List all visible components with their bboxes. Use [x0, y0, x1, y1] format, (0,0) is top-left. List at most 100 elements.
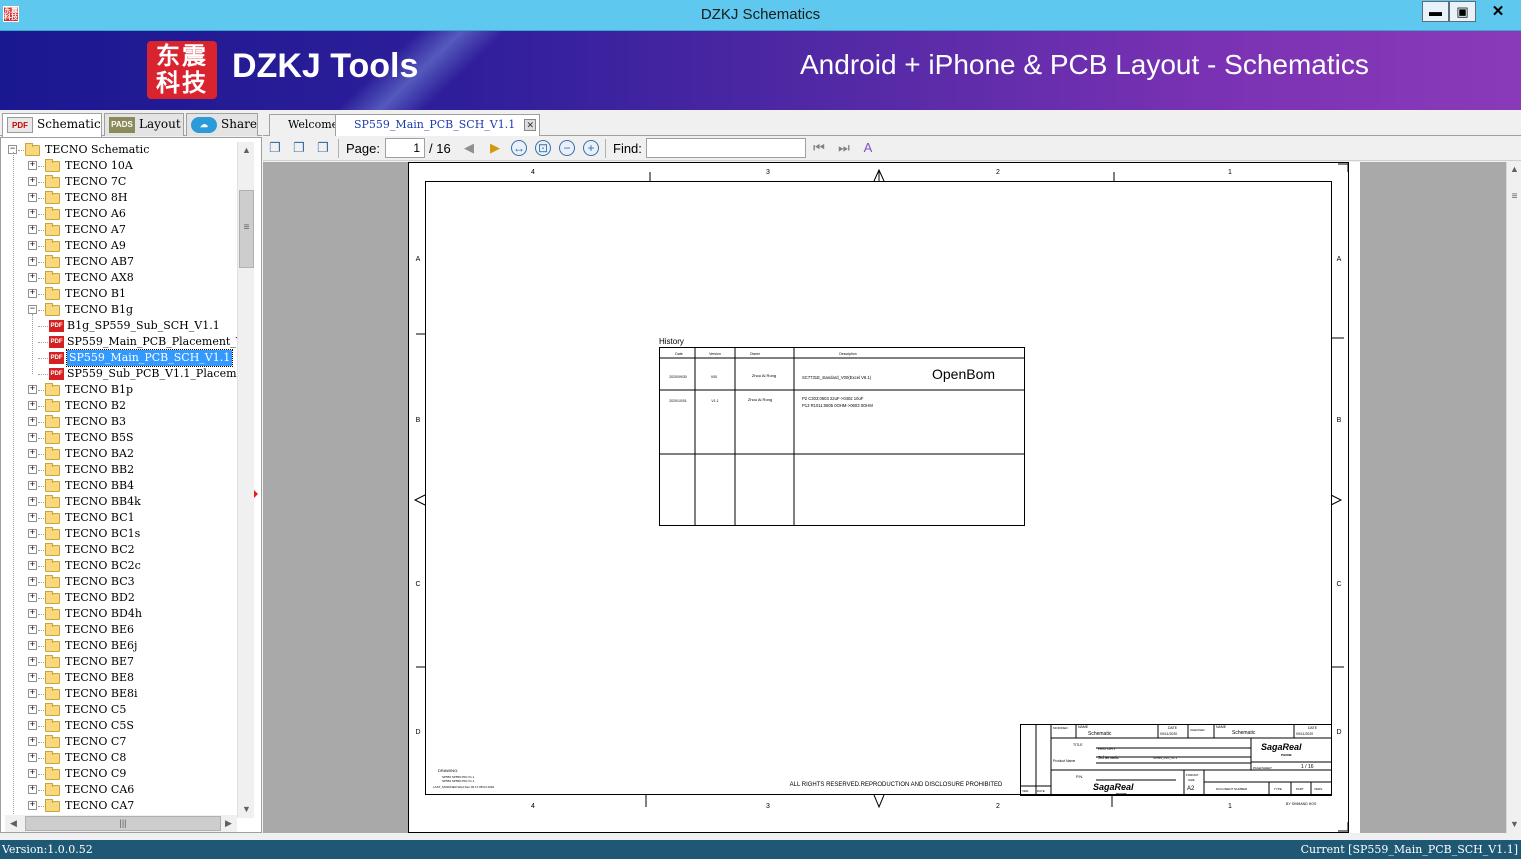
tree-horizontal-scrollbar[interactable]: ◀ ||| ▶: [5, 815, 237, 832]
expand-icon[interactable]: +: [28, 625, 37, 634]
tree-folder-item[interactable]: + TECNO BE7: [1, 654, 237, 670]
expand-icon[interactable]: +: [28, 689, 37, 698]
expand-icon[interactable]: +: [28, 593, 37, 602]
tree-file-item[interactable]: PDF SP559_Sub_PCB_V1.1_Placemer: [1, 366, 248, 382]
scroll-down-arrow-icon[interactable]: ▼: [238, 801, 255, 818]
expand-icon[interactable]: +: [28, 721, 37, 730]
fit-page-icon[interactable]: ⊡: [535, 140, 551, 156]
tree-folder-item[interactable]: + TECNO C8: [1, 750, 237, 766]
tree-folder-item[interactable]: + TECNO BE8: [1, 670, 237, 686]
tree-folder-item[interactable]: + TECNO BC1: [1, 510, 237, 526]
tree-folder-item[interactable]: + TECNO 10A: [1, 158, 237, 174]
tree-folder-item[interactable]: + TECNO BE6: [1, 622, 237, 638]
pdf-viewer[interactable]: 4 3 2 1 4 3 2 1 A B C D A B C D History: [263, 162, 1507, 833]
expand-icon[interactable]: +: [28, 401, 37, 410]
expand-icon[interactable]: +: [28, 513, 37, 522]
expand-icon[interactable]: +: [28, 465, 37, 474]
tab-schematic[interactable]: PDF Schematic: [2, 113, 102, 137]
tree-folder-item[interactable]: + TECNO B3: [1, 414, 237, 430]
expand-icon[interactable]: +: [28, 497, 37, 506]
expand-icon[interactable]: +: [28, 481, 37, 490]
tree-folder-item[interactable]: + TECNO BC2c: [1, 558, 237, 574]
tree-folder-item[interactable]: + TECNO A9: [1, 238, 237, 254]
expand-icon[interactable]: +: [28, 273, 37, 282]
expand-icon[interactable]: +: [28, 561, 37, 570]
tree-file-item[interactable]: PDF SP559_Main_PCB_SCH_V1.1: [1, 349, 237, 367]
tree-folder-item[interactable]: + TECNO C5: [1, 702, 237, 718]
expand-icon[interactable]: +: [28, 657, 37, 666]
expand-icon[interactable]: +: [28, 801, 37, 810]
fit-width-icon[interactable]: ↔: [511, 140, 527, 156]
expand-icon[interactable]: +: [28, 161, 37, 170]
tree-folder-item[interactable]: + TECNO BB4: [1, 478, 237, 494]
tree-folder-item[interactable]: + TECNO BD4h: [1, 606, 237, 622]
tree-folder-item[interactable]: + TECNO B2: [1, 398, 237, 414]
next-page-icon[interactable]: ▶: [487, 140, 503, 156]
tree-vertical-scrollbar[interactable]: ▲ ≡ ▼: [237, 142, 254, 818]
close-button[interactable]: ✕: [1476, 1, 1520, 22]
expand-icon[interactable]: +: [28, 225, 37, 234]
expand-icon[interactable]: +: [28, 177, 37, 186]
scroll-thumb[interactable]: ≡: [239, 190, 254, 268]
tree-folder-item[interactable]: + TECNO 8H: [1, 190, 237, 206]
expand-icon[interactable]: +: [28, 433, 37, 442]
scroll-grip-icon[interactable]: ≡: [1508, 190, 1521, 204]
scroll-right-arrow-icon[interactable]: ▶: [220, 815, 237, 832]
expand-icon[interactable]: +: [28, 705, 37, 714]
tree-folder-item[interactable]: + TECNO BC2: [1, 542, 237, 558]
tree-folder-item[interactable]: + TECNO B1: [1, 286, 237, 302]
minimize-button[interactable]: ▬: [1422, 1, 1449, 22]
tree-folder-item[interactable]: + TECNO AB7: [1, 254, 237, 270]
tree-folder-item[interactable]: + TECNO BD2: [1, 590, 237, 606]
highlight-text-icon[interactable]: A: [860, 140, 876, 156]
tree-folder-item[interactable]: + TECNO C7: [1, 734, 237, 750]
expand-icon[interactable]: +: [28, 417, 37, 426]
expand-icon[interactable]: +: [28, 673, 37, 682]
tree-folder-item[interactable]: + TECNO BE6j: [1, 638, 237, 654]
tree-folder-item[interactable]: + TECNO BC3: [1, 574, 237, 590]
expand-icon[interactable]: +: [28, 209, 37, 218]
tree-folder-item[interactable]: + TECNO CA7: [1, 798, 237, 814]
expand-icon[interactable]: +: [28, 577, 37, 586]
tree-folder-item[interactable]: + TECNO BA2: [1, 446, 237, 462]
tree-folder-item[interactable]: + TECNO A6: [1, 206, 237, 222]
zoom-out-icon[interactable]: −: [559, 140, 575, 156]
page-number-input[interactable]: [385, 138, 425, 158]
find-previous-icon[interactable]: ⏮: [811, 140, 827, 156]
expand-icon[interactable]: +: [28, 641, 37, 650]
expand-icon[interactable]: +: [28, 785, 37, 794]
tree-folder-item[interactable]: + TECNO 7C: [1, 174, 237, 190]
tree-folder-item[interactable]: + TECNO AX8: [1, 270, 237, 286]
hscroll-thumb[interactable]: |||: [25, 816, 221, 831]
paste-icon[interactable]: ❐: [315, 140, 331, 156]
tab-sp559-main-pcb[interactable]: SP559_Main_PCB_SCH_V1.1 ✕: [335, 114, 541, 137]
zoom-in-icon[interactable]: +: [583, 140, 599, 156]
viewer-vertical-scrollbar[interactable]: ▲ ≡ ▼: [1506, 162, 1521, 833]
find-input[interactable]: [646, 138, 806, 158]
previous-page-icon[interactable]: ◀: [461, 140, 477, 156]
tree-folder-item[interactable]: + TECNO BB4k: [1, 494, 237, 510]
expand-icon[interactable]: +: [28, 289, 37, 298]
tree-folder-item[interactable]: + TECNO C9: [1, 766, 237, 782]
tree-folder-item[interactable]: + TECNO BE8i: [1, 686, 237, 702]
scroll-left-arrow-icon[interactable]: ◀: [5, 815, 22, 832]
expand-icon[interactable]: +: [28, 193, 37, 202]
tree-folder-item[interactable]: + TECNO A7: [1, 222, 237, 238]
open-document-icon[interactable]: ❐: [267, 140, 283, 156]
scroll-down-arrow-icon[interactable]: ▼: [1507, 817, 1521, 832]
expand-icon[interactable]: +: [28, 385, 37, 394]
expand-icon[interactable]: +: [28, 241, 37, 250]
expand-icon[interactable]: +: [28, 609, 37, 618]
find-next-icon[interactable]: ⏭: [836, 140, 852, 156]
tree-folder-item[interactable]: + TECNO B5S: [1, 430, 237, 446]
tree-folder-item[interactable]: + TECNO C5S: [1, 718, 237, 734]
tree-folder-item[interactable]: + TECNO CA6: [1, 782, 237, 798]
expand-icon[interactable]: +: [28, 449, 37, 458]
tree-folder-item[interactable]: + TECNO BB2: [1, 462, 237, 478]
expand-icon[interactable]: +: [28, 769, 37, 778]
tree-file-item[interactable]: PDF B1g_SP559_Sub_SCH_V1.1: [1, 318, 237, 334]
expand-icon[interactable]: +: [28, 737, 37, 746]
tab-share[interactable]: ☁ Share: [186, 113, 258, 136]
expand-icon[interactable]: +: [28, 545, 37, 554]
scroll-up-arrow-icon[interactable]: ▲: [238, 142, 255, 159]
